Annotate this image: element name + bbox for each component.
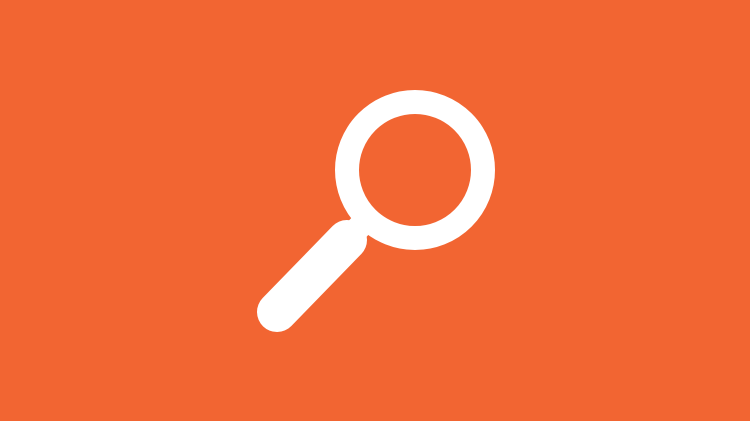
search-icon: [257, 90, 495, 332]
search-graphic-background: [0, 0, 750, 421]
